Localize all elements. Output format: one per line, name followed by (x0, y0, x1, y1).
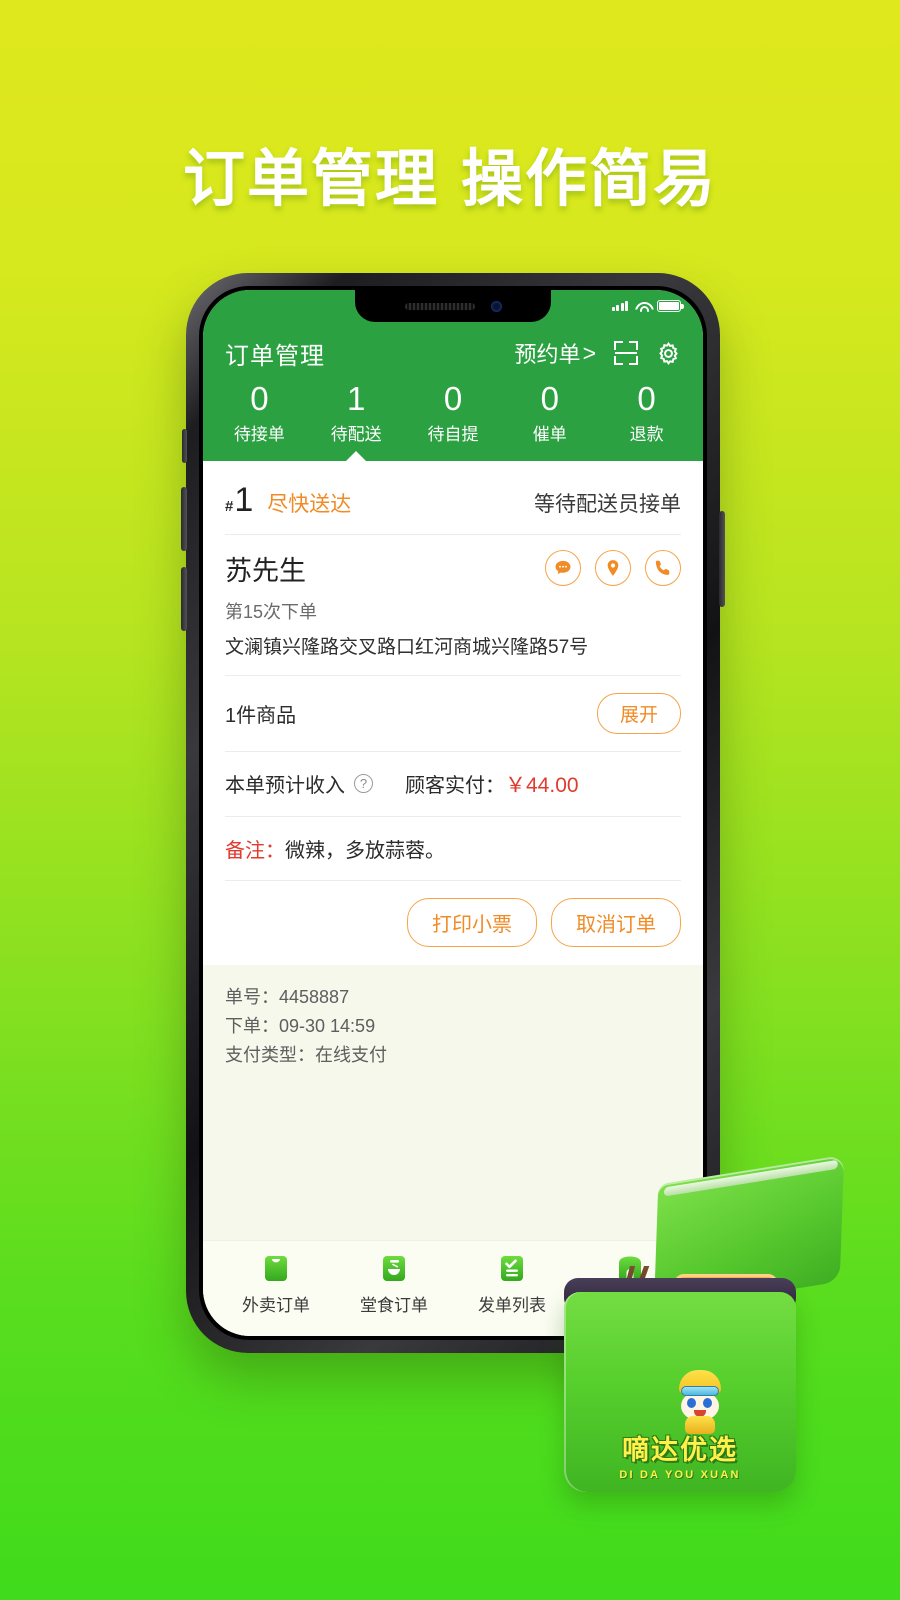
headline-part-2: 操作简易 (461, 145, 718, 214)
delivery-box-illustration: 嘀达优选 DI DA YOU XUAN (540, 1154, 860, 1510)
power-button[interactable] (719, 511, 725, 607)
tab-refund[interactable]: 0 退款 (598, 380, 695, 461)
order-placed-value: 09-30 14:59 (279, 1015, 376, 1036)
tab-pending-pickup[interactable]: 0 待自提 (405, 380, 502, 461)
volume-down-button[interactable] (181, 567, 187, 631)
order-card-header: # 1 尽快送达 等待配送员接单 (225, 461, 681, 534)
tab-pending-accept[interactable]: 0 待接单 (211, 380, 308, 461)
tab-urge-order[interactable]: 0 催单 (501, 380, 598, 461)
brand-name-cn: 嘀达优选 (622, 1435, 738, 1465)
estimated-income-label: 本单预计收入 (225, 775, 345, 798)
note-text: 微辣，多放蒜蓉。 (285, 839, 445, 862)
order-status-text: 等待配送员接单 (534, 492, 681, 516)
dine-in-bowl-icon (379, 1252, 409, 1284)
help-icon[interactable]: ? (354, 774, 373, 794)
pay-type-row: 支付类型：在线支付 (225, 1041, 681, 1070)
checklist-icon (497, 1252, 527, 1284)
order-actions: 打印小票 取消订单 (225, 881, 681, 965)
reservation-orders-label: 预约单 (514, 342, 581, 367)
poster-headline: 订单管理 操作简易 (0, 128, 900, 218)
tab-count: 0 (637, 380, 656, 417)
app-header: 订单管理 预约单 > (203, 322, 703, 376)
nav-item-takeout-orders[interactable]: 外卖订单 (217, 1252, 335, 1316)
nav-label: 堂食订单 (360, 1295, 428, 1315)
order-number-value: 4458887 (279, 986, 350, 1007)
nav-item-dinein-orders[interactable]: 堂食订单 (335, 1252, 453, 1316)
tab-pending-delivery[interactable]: 1 待配送 (308, 380, 405, 461)
nav-label: 外卖订单 (242, 1295, 310, 1315)
order-index-number: 1 (234, 480, 254, 519)
order-urgency-badge: 尽快送达 (267, 492, 352, 516)
tab-count: 1 (347, 380, 366, 417)
volume-up-button[interactable] (181, 487, 187, 551)
note-label: 备注： (225, 839, 285, 862)
delivery-box-branding: 嘀达优选 DI DA YOU XUAN (564, 1428, 796, 1481)
chevron-right-icon: > (582, 339, 596, 366)
goods-row: 1件商品 展开 (225, 676, 681, 751)
order-placed-label: 下单： (225, 1015, 279, 1036)
cancel-order-button[interactable]: 取消订单 (551, 897, 681, 947)
pay-type-value: 在线支付 (315, 1044, 387, 1065)
chat-icon[interactable] (545, 550, 581, 587)
earpiece-speaker (404, 302, 475, 310)
income-row: 本单预计收入 ? 顾客实付： ￥44.00 (225, 752, 681, 816)
customer-address: 文澜镇兴隆路交叉路口红河商城兴隆路57号 (225, 636, 589, 658)
print-receipt-button[interactable]: 打印小票 (407, 897, 537, 947)
scan-icon[interactable] (614, 341, 638, 365)
customer-block: 苏先生 第15次下单 文澜镇兴隆路交叉路口红河商城兴隆路57号 (225, 535, 681, 675)
tab-label: 待接单 (233, 424, 285, 444)
tab-label: 待自提 (427, 424, 479, 444)
goods-count-label: 1件商品 (225, 704, 297, 727)
order-meta: 单号：4458887 下单：09-30 14:59 支付类型：在线支付 (203, 964, 703, 1091)
order-status-tabs: 0 待接单 1 待配送 0 待自提 0 催单 0 退款 (203, 376, 703, 461)
pay-type-label: 支付类型： (225, 1044, 315, 1065)
signal-bars-icon (611, 301, 628, 311)
order-number-label: 单号： (225, 986, 279, 1007)
customer-name: 苏先生 (225, 555, 306, 586)
order-note-row: 备注：微辣，多放蒜蓉。 (225, 817, 681, 880)
tab-count: 0 (250, 380, 269, 417)
page-title: 订单管理 (225, 342, 325, 370)
front-camera (490, 300, 502, 312)
order-index-hash: # (225, 497, 234, 515)
expand-button[interactable]: 展开 (596, 692, 681, 734)
tab-label: 待配送 (330, 424, 382, 444)
delivery-mascot-icon (669, 1370, 731, 1434)
order-list: # 1 尽快送达 等待配送员接单 苏先生 第15次下单 文澜镇兴隆路交叉路口红河… (203, 460, 703, 1240)
mute-switch[interactable] (182, 429, 187, 463)
brand-name-en: DI DA YOU XUAN (619, 1469, 741, 1481)
tab-label: 催单 (532, 424, 567, 444)
customer-paid-label: 顾客实付： (405, 775, 505, 798)
order-card[interactable]: # 1 尽快送达 等待配送员接单 苏先生 第15次下单 文澜镇兴隆路交叉路口红河… (203, 460, 703, 1091)
order-placed-row: 下单：09-30 14:59 (225, 1012, 681, 1041)
tab-count: 0 (540, 380, 559, 417)
nav-label: 发单列表 (478, 1295, 546, 1315)
customer-order-count: 第15次下单 (225, 601, 318, 622)
battery-icon (657, 300, 684, 312)
headline-part-1: 订单管理 (182, 145, 439, 214)
tab-count: 0 (443, 380, 463, 417)
phone-notch (355, 290, 551, 322)
order-number-row: 单号：4458887 (225, 983, 681, 1012)
location-pin-icon[interactable] (595, 550, 631, 587)
tab-label: 退款 (629, 424, 664, 444)
takeout-bag-icon (261, 1252, 291, 1284)
wifi-icon (635, 301, 650, 312)
customer-paid-amount: ￥44.00 (505, 773, 579, 797)
reservation-orders-link[interactable]: 预约单 > (515, 337, 596, 369)
phone-icon[interactable] (645, 550, 681, 587)
gear-icon[interactable] (656, 341, 681, 366)
